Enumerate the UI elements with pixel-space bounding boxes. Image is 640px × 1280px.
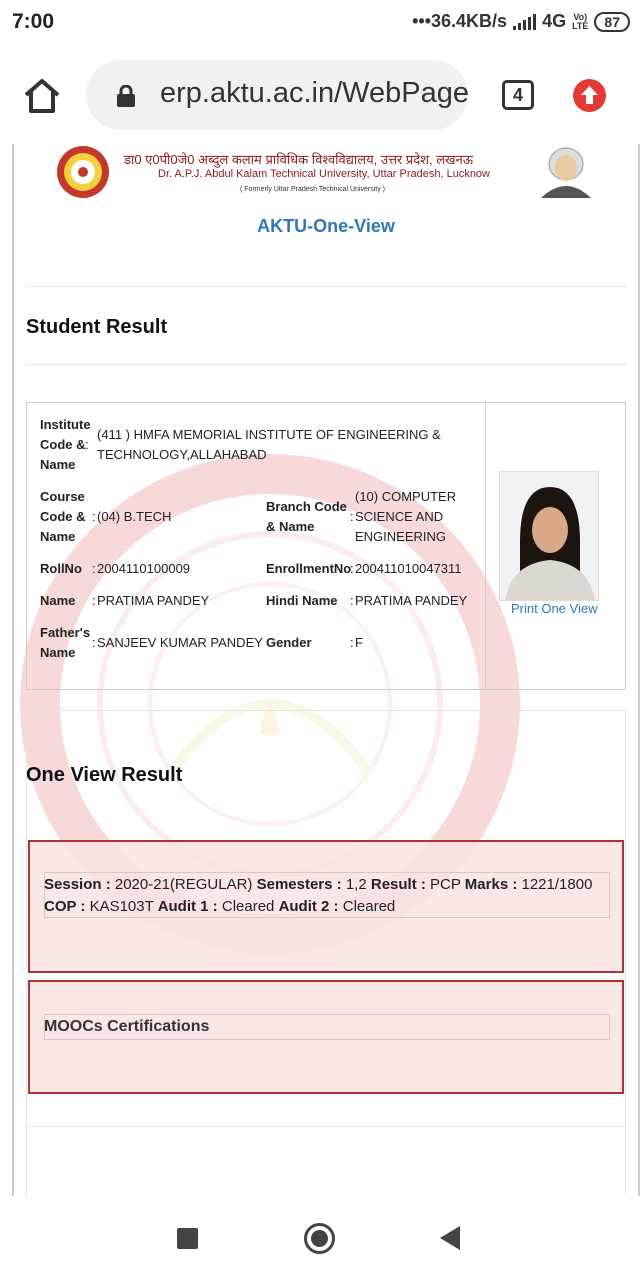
audit2-value: Cleared — [342, 898, 396, 915]
arrow-up-icon — [581, 86, 598, 104]
rollno-value: 2004110100009 — [97, 561, 191, 576]
branch-value: (10) COMPUTER SCIENCE AND ENGINEERING — [355, 489, 457, 544]
colon: : — [350, 509, 354, 524]
colon: : — [85, 437, 89, 452]
status-bar: 7:00 •••36.4KB/s 4G Vo) LTE 87 — [0, 0, 640, 46]
web-content[interactable]: डा0 ए0पी0जे0 अब्दुल कलाम प्राविधिक विश्व… — [0, 144, 640, 1196]
session-result-line-2: COP : KAS103T Audit 1 : Cleared Audit 2 … — [44, 896, 395, 918]
session-value: 2020-21(REGULAR) — [114, 876, 253, 893]
session-result-panel: Session : 2020-21(REGULAR) Semesters : 1… — [28, 840, 624, 973]
battery-icon: 87 — [594, 11, 630, 32]
colon: : — [92, 561, 96, 576]
column-divider — [485, 403, 486, 689]
hindi-name-label: Hindi Name — [266, 593, 338, 608]
update-icon[interactable] — [573, 79, 606, 112]
hindi-name-value: PRATIMA PANDEY — [355, 593, 468, 608]
divider — [26, 286, 626, 287]
university-name-hindi: डा0 ए0पी0जे0 अब्दुल कलाम प्राविधिक विश्व… — [124, 152, 474, 167]
semesters-value: 1,2 — [345, 876, 367, 893]
branch-label: Branch Code & Name — [266, 499, 347, 534]
name-label: Name — [40, 593, 76, 608]
father-label: Father's Name — [40, 625, 91, 660]
marks-value: 1221/1800 — [521, 876, 593, 893]
marks-label: Marks : — [464, 876, 518, 893]
tab-switcher-button[interactable]: 4 — [502, 80, 534, 110]
colon: : — [92, 509, 96, 524]
home-nav-icon[interactable] — [304, 1223, 335, 1254]
divider — [26, 1126, 626, 1127]
colon: : — [350, 593, 354, 608]
status-icons: •••36.4KB/s 4G Vo) LTE 87 — [412, 11, 630, 32]
network-speed: •••36.4KB/s — [412, 11, 508, 31]
semesters-label: Semesters : — [256, 876, 342, 893]
lock-icon — [117, 85, 135, 107]
divider — [26, 364, 626, 365]
colon: : — [92, 593, 96, 608]
university-name-english: Dr. A.P.J. Abdul Kalam Technical Univers… — [158, 168, 490, 180]
rollno-label: RollNo — [40, 561, 82, 576]
cop-value: KAS103T — [89, 898, 154, 915]
status-time: 7:00 — [12, 10, 55, 33]
name-value: PRATIMA PANDEY — [97, 593, 210, 608]
cop-label: COP : — [44, 898, 86, 915]
app-title: AKTU-One-View — [257, 216, 395, 236]
colon: : — [350, 561, 354, 576]
institute-value: (411 ) HMFA MEMORIAL INSTITUTE OF ENGINE… — [97, 427, 441, 462]
course-label: Course Code & Name — [40, 489, 86, 544]
student-result-title: Student Result — [26, 316, 168, 338]
institute-label: Institute Code & Name — [40, 417, 91, 472]
home-icon[interactable] — [22, 76, 62, 116]
colon: : — [92, 635, 96, 650]
course-value: (04) B.TECH — [97, 509, 172, 524]
enrollment-value: 200411010047311 — [355, 561, 462, 576]
url-text: erp.aktu.ac.in/WebPage — [160, 77, 468, 109]
student-photo — [499, 471, 599, 601]
gender-label: Gender — [266, 635, 312, 650]
print-one-view-link[interactable]: Print One View — [511, 601, 597, 616]
apj-kalam-portrait — [541, 147, 591, 198]
university-logo — [57, 146, 109, 198]
volte-icon: Vo) LTE — [572, 11, 589, 31]
signal-icon — [513, 13, 537, 30]
session-label: Session : — [44, 876, 111, 893]
session-result-line-1: Session : 2020-21(REGULAR) Semesters : 1… — [44, 874, 592, 896]
colon: : — [350, 635, 354, 650]
moocs-title: MOOCs Certifications — [44, 1018, 210, 1035]
audit2-label: Audit 2 : — [278, 898, 339, 915]
address-bar[interactable]: erp.aktu.ac.in/WebPage — [86, 60, 468, 130]
moocs-panel: MOOCs Certifications — [28, 980, 624, 1094]
student-info-table: Institute Code & Name : (411 ) HMFA MEMO… — [26, 402, 626, 690]
system-navigation-bar — [0, 1196, 640, 1280]
back-icon[interactable] — [440, 1226, 460, 1250]
father-value: SANJEEV KUMAR PANDEY — [97, 635, 263, 650]
browser-toolbar: erp.aktu.ac.in/WebPage 4 — [0, 46, 640, 144]
recent-apps-icon[interactable] — [177, 1228, 198, 1249]
result-value: PCP — [430, 876, 461, 893]
gender-value: F — [355, 635, 363, 650]
result-label: Result : — [370, 876, 426, 893]
enrollment-label: EnrollmentNo — [266, 561, 352, 576]
audit1-label: Audit 1 : — [157, 898, 218, 915]
audit1-value: Cleared — [221, 898, 275, 915]
one-view-result-title: One View Result — [26, 764, 183, 786]
university-former-name: ( Formerly Uttar Pradesh Technical Unive… — [240, 186, 385, 193]
network-type: 4G — [542, 11, 567, 31]
